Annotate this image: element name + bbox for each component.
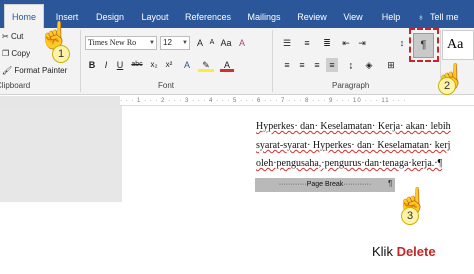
show-formatting-marks-button[interactable]: ¶ (413, 33, 434, 58)
bold-button[interactable]: B (86, 58, 98, 72)
align-left-icon[interactable]: ≡ (281, 58, 293, 72)
clipboard-group-label: Clipboard (0, 81, 31, 90)
borders-icon[interactable]: ⊞ (384, 58, 398, 72)
grow-font-button[interactable]: A (194, 36, 206, 50)
clear-formatting-button[interactable]: A (236, 36, 248, 50)
group-divider (80, 30, 81, 92)
step-badge: 1 (52, 45, 70, 63)
delete-keyword: Delete (396, 244, 436, 259)
align-right-icon[interactable]: ≡ (311, 58, 323, 72)
align-center-icon[interactable]: ≡ (296, 58, 308, 72)
line-spacing-icon[interactable]: ↨ (344, 58, 358, 72)
doc-line[interactable]: oleh·pengusaha,·pengurus·dan·tenaga·kerj… (256, 158, 442, 169)
subscript-button[interactable]: x₂ (147, 58, 161, 72)
format-painter-button[interactable]: 🖌 Format Painter (2, 66, 67, 75)
sort-icon[interactable]: ↕ (396, 36, 408, 50)
strikethrough-button[interactable]: abc (128, 58, 146, 72)
chevron-down-icon: ▼ (182, 40, 188, 46)
copy-button[interactable]: ❐ Copy (2, 49, 30, 58)
shading-icon[interactable]: ◈ (362, 58, 376, 72)
justify-icon[interactable]: ≡ (326, 58, 338, 72)
tab-mailings[interactable]: Mailings (240, 6, 288, 28)
pilcrow-mark-icon: ¶ (388, 179, 393, 188)
chevron-down-icon: ▼ (149, 40, 155, 46)
font-size-combo[interactable]: 12 ▼ (160, 36, 190, 50)
doc-line[interactable]: syarat-syarat· Hyperkes· dan· Keselamata… (256, 140, 450, 151)
tab-layout[interactable]: Layout (134, 6, 176, 28)
multilevel-list-icon[interactable]: ≣ (320, 36, 334, 50)
ruler-margin (0, 96, 120, 106)
group-divider (272, 30, 273, 92)
tab-design[interactable]: Design (90, 6, 130, 28)
instruction-caption: Klik Delete (372, 244, 436, 259)
doc-line[interactable]: Hyperkes· dan· Keselamatan· Kerja· akan·… (256, 121, 451, 132)
styles-gallery-preview[interactable]: Aa (442, 30, 474, 60)
page-break-marker[interactable]: ············Page Break············ (255, 178, 395, 192)
ribbon-tab-bar: Home Insert Design Layout References Mai… (0, 0, 474, 28)
step-badge: 3 (401, 207, 419, 225)
step-badge: 2 (438, 77, 456, 95)
font-group-label: Font (158, 81, 175, 90)
increase-indent-icon[interactable]: ⇥ (356, 36, 368, 50)
paragraph-group-label: Paragraph (332, 81, 370, 90)
tab-view[interactable]: View (336, 6, 370, 28)
pointing-hand-icon: ☝ (38, 20, 71, 50)
cut-button[interactable]: ✂ Cut (2, 32, 23, 41)
change-case-button[interactable]: Aa (219, 36, 233, 50)
tab-references[interactable]: References (180, 6, 236, 28)
tell-me-search[interactable]: Tell me (430, 6, 474, 28)
numbering-icon[interactable]: ≡ (300, 36, 314, 50)
decrease-indent-icon[interactable]: ⇤ (340, 36, 352, 50)
font-name-combo[interactable]: Times New Ro ▼ (85, 36, 157, 50)
shrink-font-button[interactable]: A (207, 36, 217, 50)
bullets-icon[interactable]: ☰ (280, 36, 294, 50)
text-effects-icon[interactable]: A (180, 58, 194, 72)
copy-icon: ❐ (2, 49, 10, 58)
italic-button[interactable]: I (100, 58, 112, 72)
font-color-button[interactable]: A (220, 58, 234, 72)
highlight-icon[interactable]: ✎ (198, 58, 214, 72)
scissors-icon: ✂ (2, 32, 9, 41)
tab-help[interactable]: Help (374, 6, 408, 28)
brush-icon: 🖌 (2, 66, 13, 75)
underline-button[interactable]: U (114, 58, 126, 72)
tab-review[interactable]: Review (292, 6, 332, 28)
ribbon: ✂ Cut ❐ Copy 🖌 Format Painter Clipboard … (0, 28, 474, 95)
lightbulb-icon[interactable]: ♁ (414, 6, 428, 28)
superscript-button[interactable]: x² (162, 58, 176, 72)
horizontal-ruler[interactable]: · · · 1 · · · 2 · · · 3 · · · 4 · · · 5 … (120, 96, 474, 106)
